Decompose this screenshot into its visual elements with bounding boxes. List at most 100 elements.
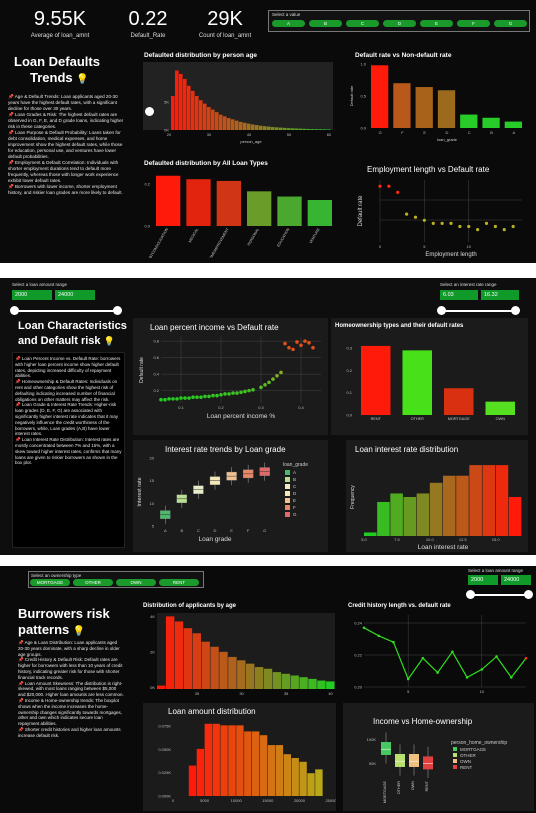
ownership-option-own[interactable]: OWN bbox=[116, 579, 156, 586]
intent-bar bbox=[156, 175, 181, 226]
p1-grade-chart-title: Default rate vs Non-default rate bbox=[355, 52, 452, 59]
age-bar bbox=[187, 85, 191, 130]
lpi-point bbox=[275, 373, 279, 378]
loan-amount-max-input[interactable]: 24000 bbox=[55, 290, 95, 300]
age-bar bbox=[215, 112, 219, 130]
amt-ytick: 0.025K bbox=[158, 770, 171, 775]
loan-amount-slider-min-knob[interactable] bbox=[10, 306, 19, 315]
loan-amount-min-input[interactable]: 2000 bbox=[12, 290, 52, 300]
age-xtick: 20 bbox=[167, 132, 172, 137]
ownership-option-mortgage[interactable]: MORTGAGE bbox=[30, 579, 70, 586]
interest-slider-track[interactable] bbox=[441, 310, 517, 312]
age-bar bbox=[235, 120, 239, 130]
lpi-point bbox=[215, 393, 219, 398]
loan-amount-slider-max-knob[interactable] bbox=[113, 306, 122, 315]
lpi-ytick: 0.8 bbox=[153, 339, 159, 344]
p1-grade-chart: G F E D C B A 1.0 0.5 0.0 loan_grade Default rate bbox=[349, 62, 522, 142]
amt-bar bbox=[275, 745, 284, 796]
box-xtick: A bbox=[164, 528, 167, 533]
panel2-title-line2: and Default risk 💡 bbox=[18, 335, 115, 347]
emp-point bbox=[413, 215, 418, 219]
p3-amount-max-input[interactable]: 24000 bbox=[501, 575, 531, 585]
ownership-option-other[interactable]: OTHER bbox=[73, 579, 113, 586]
inc-legend-label: OTHER bbox=[460, 753, 477, 758]
grade-option-c[interactable]: C bbox=[346, 20, 379, 27]
age-bar bbox=[199, 100, 203, 130]
age-xtick: 50 bbox=[287, 132, 292, 137]
home-bar bbox=[361, 345, 391, 415]
interest-max-input[interactable]: 16.32 bbox=[481, 290, 519, 300]
box-xtick: F bbox=[247, 528, 250, 533]
cred-point bbox=[524, 656, 528, 660]
grade-option-a[interactable]: A bbox=[272, 20, 305, 27]
inc-legend-label: MORTGAGE bbox=[460, 747, 486, 752]
box-legend-swatch bbox=[285, 491, 290, 496]
loan-amount-slider-track[interactable] bbox=[14, 310, 118, 312]
p2-home-chart: RENT OTHER MORTGAGE OWN 0.3 0.2 0.1 0.0 bbox=[346, 345, 515, 421]
interest-slider-min-knob[interactable] bbox=[437, 306, 446, 315]
age-bar bbox=[195, 96, 199, 130]
cred-point bbox=[465, 676, 469, 679]
p1-age-slider-knob[interactable] bbox=[145, 107, 154, 116]
home-xtick: OWN bbox=[496, 417, 506, 421]
inc-ytick: 50K bbox=[369, 761, 376, 766]
p3-inc-chart: MORTGAGE OTHER OWN RENT100K50Kperson_home_o… bbox=[367, 732, 507, 803]
p3-amount-slider-min-knob[interactable] bbox=[466, 590, 475, 599]
ir-xtick: 15.0 bbox=[492, 537, 501, 542]
ir-xtick: 12.5 bbox=[459, 537, 468, 542]
lpi-ylabel: Default rate bbox=[139, 357, 145, 383]
lpi-point bbox=[295, 340, 299, 344]
age-bar bbox=[327, 129, 331, 130]
box-xtick: D bbox=[214, 528, 217, 533]
grade-bar bbox=[482, 117, 500, 128]
age-bar bbox=[239, 121, 243, 130]
grade-xtick: C bbox=[468, 130, 471, 135]
kpi-default-rate-label: Default_Rate bbox=[130, 33, 166, 39]
home-xtick: RENT bbox=[371, 417, 382, 421]
lpi-point bbox=[163, 397, 167, 402]
lpi-point bbox=[263, 383, 267, 387]
home-ytick: 0.3 bbox=[346, 346, 352, 351]
p3-age-bar bbox=[263, 668, 273, 689]
p1-intent-chart: DEBTCONSOLIDATION MEDICAL HOMEIMPROVEMENT P… bbox=[144, 175, 332, 258]
p2-ir-chart-title: Loan interest rate distribution bbox=[355, 445, 459, 454]
inc-legend-title: person_home_ownership bbox=[451, 740, 507, 746]
panel1-title-line2: Trends 💡 bbox=[30, 70, 89, 85]
p3-amount-min-input[interactable]: 2000 bbox=[468, 575, 498, 585]
grade-option-g[interactable]: G bbox=[494, 20, 527, 27]
grade-option-f[interactable]: F bbox=[457, 20, 490, 27]
lpi-point bbox=[283, 341, 287, 346]
grade-option-d[interactable]: D bbox=[383, 20, 416, 27]
panel1-title-line1: Loan Defaults bbox=[14, 54, 100, 69]
lpi-point bbox=[227, 392, 231, 396]
p3-age-bar bbox=[237, 660, 246, 689]
amt-xtick: 10000 bbox=[231, 798, 243, 803]
interest-min-input[interactable]: 6.03 bbox=[440, 290, 478, 300]
emp-xtick: 5 bbox=[423, 244, 426, 249]
box-xtick: E bbox=[230, 528, 233, 533]
box-legend-swatch bbox=[285, 484, 290, 489]
emp-point bbox=[467, 224, 471, 229]
lpi-point bbox=[175, 397, 179, 401]
grade-xtick: F bbox=[401, 130, 404, 135]
grade-option-e[interactable]: E bbox=[420, 20, 453, 27]
emp-xtick: 10 bbox=[467, 244, 472, 249]
lpi-xlabel: Loan percent income % bbox=[207, 413, 276, 420]
amt-ytick: 0.050K bbox=[158, 747, 171, 752]
emp-point bbox=[502, 228, 506, 232]
amt-bar bbox=[252, 731, 260, 796]
lpi-xtick: 0.2 bbox=[218, 405, 224, 410]
amt-bar bbox=[220, 725, 228, 796]
p3-age-bar bbox=[272, 672, 282, 689]
intent-bar bbox=[307, 200, 332, 226]
amt-ytick: 0.000K bbox=[158, 794, 171, 799]
ownership-option-rent[interactable]: RENT bbox=[159, 579, 199, 586]
interest-slider-max-knob[interactable] bbox=[511, 306, 520, 315]
p3-age-xtick: 25 bbox=[195, 691, 200, 696]
grade-option-b[interactable]: B bbox=[309, 20, 342, 27]
p3-amount-slider-max-knob[interactable] bbox=[524, 590, 533, 599]
box-legend-label: F bbox=[293, 505, 296, 510]
box-ytick: 20 bbox=[150, 456, 155, 461]
inc-xtick: RENT bbox=[425, 780, 429, 791]
p3-amount-slider-track[interactable] bbox=[470, 594, 530, 596]
